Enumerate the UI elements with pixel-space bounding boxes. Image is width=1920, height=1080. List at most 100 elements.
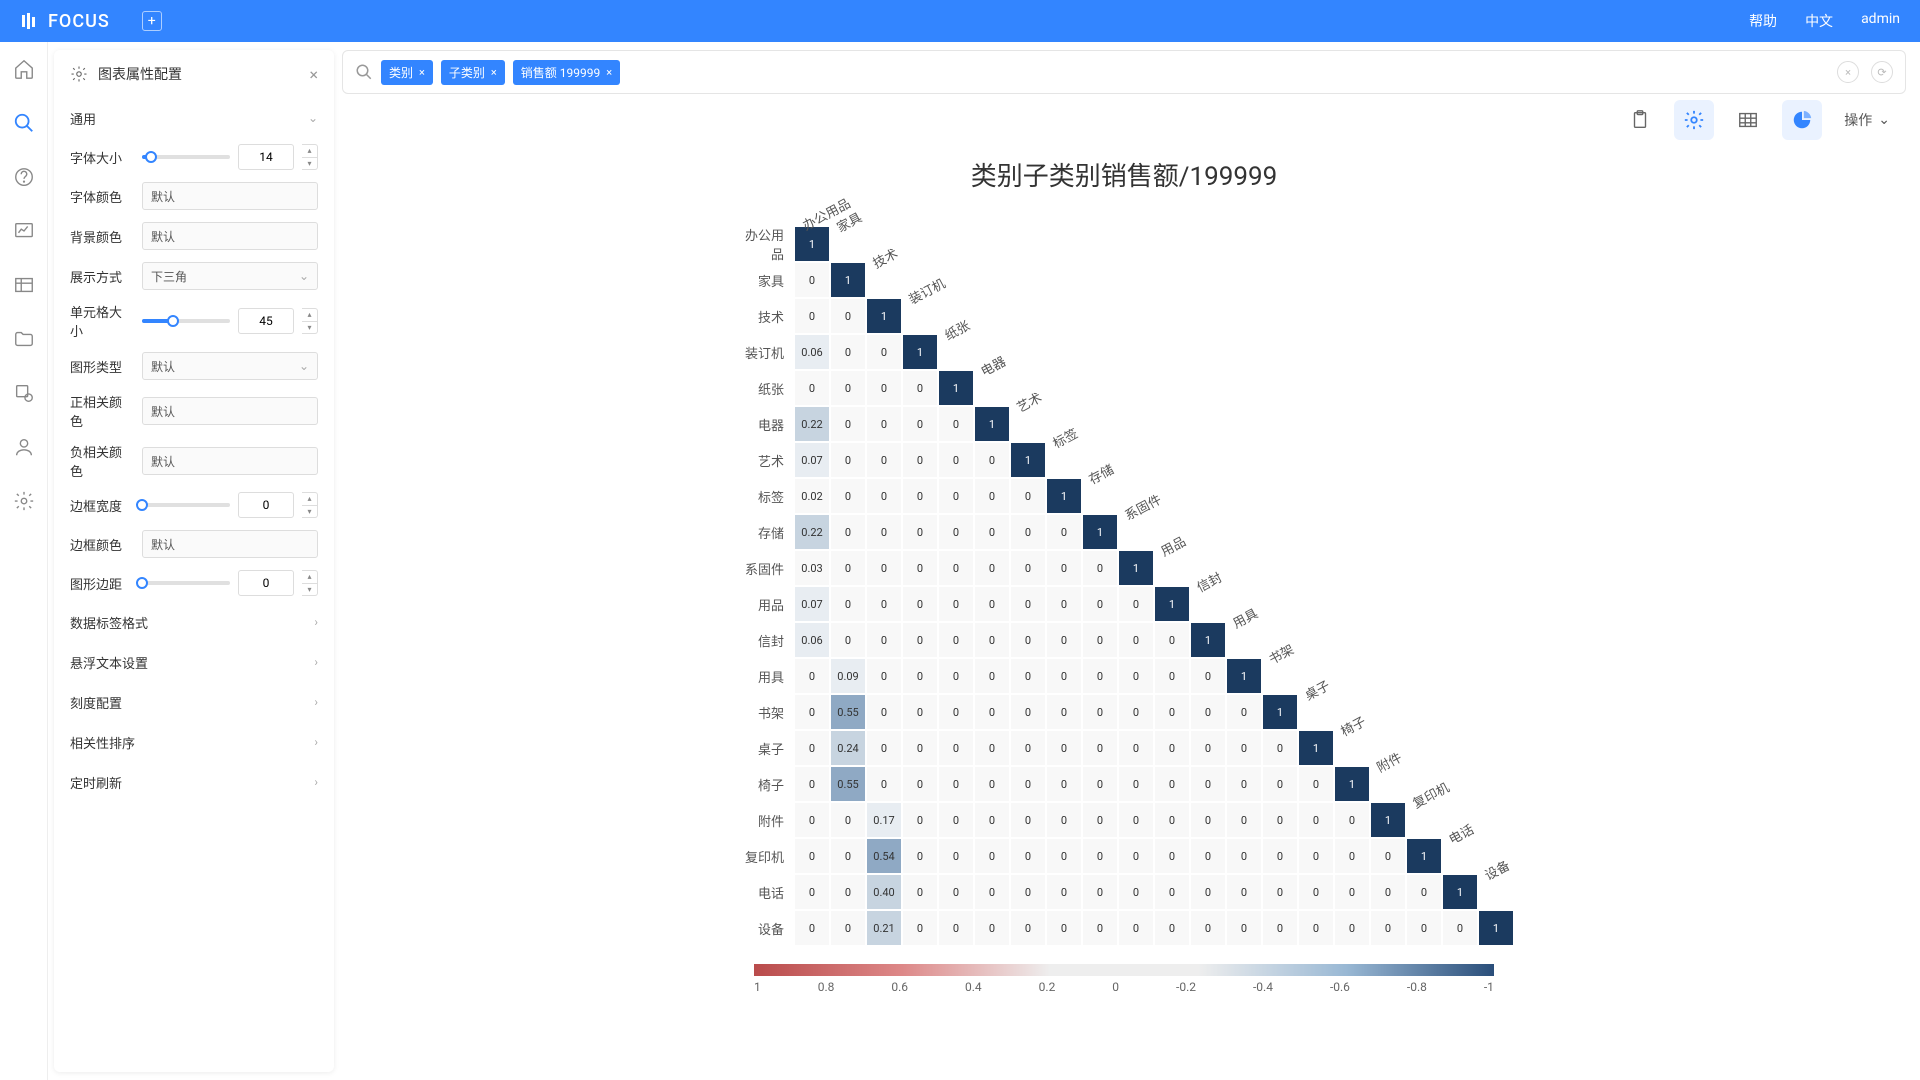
tag-remove-icon[interactable]: × bbox=[606, 66, 612, 79]
heatmap-cell: 0 bbox=[866, 766, 902, 802]
heatmap-cell: 0 bbox=[866, 694, 902, 730]
label-cell-size: 单元格大小 bbox=[70, 302, 134, 340]
cell-size-slider[interactable] bbox=[142, 319, 230, 323]
heatmap-cell: 0 bbox=[1334, 910, 1370, 946]
heatmap-cell: 0 bbox=[938, 514, 974, 550]
heatmap-cell: 0 bbox=[938, 694, 974, 730]
table-view-button[interactable] bbox=[1728, 100, 1768, 140]
chart-title: 类别子类别销售额/199999 bbox=[342, 156, 1906, 193]
search-tag[interactable]: 类别× bbox=[381, 60, 433, 85]
inc-button[interactable]: ▴ bbox=[302, 571, 317, 584]
action-menu[interactable]: 操作⌄ bbox=[1836, 110, 1898, 130]
heatmap-cell: 0 bbox=[938, 874, 974, 910]
section-sort[interactable]: 相关性排序› bbox=[62, 722, 326, 762]
user-link[interactable]: admin bbox=[1861, 11, 1900, 31]
clipboard-button[interactable] bbox=[1620, 100, 1660, 140]
nav-settings[interactable] bbox=[11, 488, 37, 514]
display-select[interactable]: 下三角⌄ bbox=[142, 262, 318, 290]
heatmap-cell: 0 bbox=[1406, 910, 1442, 946]
tag-remove-icon[interactable]: × bbox=[419, 66, 425, 79]
heatmap-cell: 0.24 bbox=[830, 730, 866, 766]
border-c-select[interactable]: 默认 bbox=[142, 530, 318, 558]
heatmap-cell: 0 bbox=[974, 622, 1010, 658]
heatmap-cell: 0 bbox=[1010, 910, 1046, 946]
settings-button[interactable] bbox=[1674, 100, 1714, 140]
inc-button[interactable]: ▴ bbox=[302, 309, 317, 322]
heatmap-cell: 0 bbox=[1118, 766, 1154, 802]
nav-chart[interactable] bbox=[11, 218, 37, 244]
neg-color-select[interactable]: 默认 bbox=[142, 447, 318, 475]
section-tooltip[interactable]: 悬浮文本设置› bbox=[62, 642, 326, 682]
font-size-slider[interactable] bbox=[142, 155, 230, 159]
heatmap-cell: 0.07 bbox=[794, 586, 830, 622]
heatmap-cell: 0.40 bbox=[866, 874, 902, 910]
section-data-label[interactable]: 数据标签格式› bbox=[62, 602, 326, 642]
heatmap-cell: 0 bbox=[1226, 838, 1262, 874]
nav-help[interactable] bbox=[11, 164, 37, 190]
bg-color-select[interactable]: 默认 bbox=[142, 222, 318, 250]
pos-color-select[interactable]: 默认 bbox=[142, 397, 318, 425]
heatmap-cell: 0 bbox=[902, 802, 938, 838]
inc-button[interactable]: ▴ bbox=[302, 145, 317, 158]
heatmap-cell: 0 bbox=[866, 514, 902, 550]
search-bar[interactable]: 类别× 子类别× 销售额 199999× × ⟳ bbox=[342, 50, 1906, 94]
margin-input[interactable] bbox=[238, 570, 294, 596]
font-color-select[interactable]: 默认 bbox=[142, 182, 318, 210]
chart-view-button[interactable] bbox=[1782, 100, 1822, 140]
heatmap-cell: 0 bbox=[1334, 874, 1370, 910]
config-close-button[interactable]: × bbox=[309, 65, 318, 84]
chevron-down-icon: ⌄ bbox=[308, 111, 318, 125]
heatmap-cell: 0 bbox=[1046, 586, 1082, 622]
nav-home[interactable] bbox=[11, 56, 37, 82]
heatmap-cell: 0 bbox=[1046, 694, 1082, 730]
heatmap-cell: 0 bbox=[1262, 910, 1298, 946]
dec-button[interactable]: ▾ bbox=[302, 506, 317, 518]
dec-button[interactable]: ▾ bbox=[302, 158, 317, 170]
heatmap-cell: 0 bbox=[902, 694, 938, 730]
label-bg-color: 背景颜色 bbox=[70, 227, 134, 246]
heatmap-cell: 1 bbox=[1154, 586, 1190, 622]
heatmap-cell: 0 bbox=[1226, 802, 1262, 838]
margin-slider[interactable] bbox=[142, 581, 230, 585]
nav-resource[interactable] bbox=[11, 380, 37, 406]
heatmap-cell: 0 bbox=[1190, 766, 1226, 802]
help-link[interactable]: 帮助 bbox=[1749, 11, 1777, 31]
add-tab-button[interactable]: + bbox=[142, 11, 162, 31]
heatmap-cell: 0 bbox=[902, 514, 938, 550]
font-size-input[interactable] bbox=[238, 144, 294, 170]
lang-link[interactable]: 中文 bbox=[1805, 11, 1833, 31]
heatmap-cell: 0 bbox=[830, 838, 866, 874]
brand-logo: FOCUS bbox=[20, 11, 110, 32]
heatmap-cell: 0 bbox=[1190, 658, 1226, 694]
legend-tick: -0.4 bbox=[1253, 980, 1273, 994]
heatmap-cell: 0 bbox=[974, 586, 1010, 622]
search-tag[interactable]: 销售额 199999× bbox=[513, 60, 620, 85]
clear-button[interactable]: × bbox=[1837, 61, 1859, 83]
inc-button[interactable]: ▴ bbox=[302, 493, 317, 506]
heatmap-cell: 0 bbox=[1154, 874, 1190, 910]
nav-search[interactable] bbox=[11, 110, 37, 136]
search-tag[interactable]: 子类别× bbox=[441, 60, 505, 85]
section-scale[interactable]: 刻度配置› bbox=[62, 682, 326, 722]
cell-size-input[interactable] bbox=[238, 308, 294, 334]
dec-button[interactable]: ▾ bbox=[302, 322, 317, 334]
heatmap-cell: 0 bbox=[1082, 694, 1118, 730]
nav-user[interactable] bbox=[11, 434, 37, 460]
border-w-input[interactable] bbox=[238, 492, 294, 518]
section-general[interactable]: 通用⌄ bbox=[62, 98, 326, 138]
dec-button[interactable]: ▾ bbox=[302, 584, 317, 596]
tag-remove-icon[interactable]: × bbox=[491, 66, 497, 79]
heatmap-cell: 0 bbox=[830, 550, 866, 586]
nav-folder[interactable] bbox=[11, 326, 37, 352]
border-w-slider[interactable] bbox=[142, 503, 230, 507]
label-font-size: 字体大小 bbox=[70, 148, 134, 167]
refresh-button[interactable]: ⟳ bbox=[1871, 61, 1893, 83]
chevron-right-icon: › bbox=[314, 615, 318, 629]
shape-select[interactable]: 默认⌄ bbox=[142, 352, 318, 380]
heatmap-cell: 0 bbox=[1010, 586, 1046, 622]
heatmap-cell: 0 bbox=[1118, 802, 1154, 838]
heatmap-cell: 0 bbox=[1262, 802, 1298, 838]
nav-table[interactable] bbox=[11, 272, 37, 298]
section-refresh[interactable]: 定时刷新› bbox=[62, 762, 326, 802]
logo-icon bbox=[20, 11, 40, 31]
